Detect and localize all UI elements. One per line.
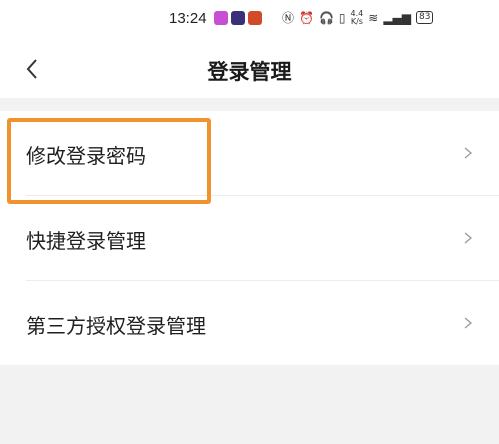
third-party-login-item[interactable]: 第三方授权登录管理 xyxy=(26,280,499,365)
app-notification-icon xyxy=(214,11,228,25)
battery-icon: 83 xyxy=(416,11,434,24)
change-password-item[interactable]: 修改登录密码 xyxy=(0,111,499,195)
network-speed: 4.4 K/s xyxy=(350,8,364,26)
chevron-right-icon xyxy=(464,317,473,329)
login-settings-list: 修改登录密码 快捷登录管理 第三方授权登录管理 xyxy=(0,111,499,365)
headphones-icon: 🎧 xyxy=(318,10,334,25)
vibrate-icon: ▯ xyxy=(338,10,346,25)
chevron-right-icon xyxy=(464,232,473,244)
chevron-right-icon xyxy=(464,147,473,159)
app-notification-icon xyxy=(248,11,262,25)
nfc-icon: Ⓝ xyxy=(282,11,295,25)
wifi-icon: ≋ xyxy=(368,10,379,25)
page-header: 登录管理 xyxy=(0,40,499,98)
signal-icon: ▂▄▆ xyxy=(383,10,412,25)
alarm-icon: ⏰ xyxy=(299,10,314,25)
status-time: 13:24 xyxy=(169,10,207,27)
menu-item-label: 第三方授权登录管理 xyxy=(26,314,206,338)
system-icons: Ⓝ ⏰ 🎧 ▯ 4.4 K/s ≋ ▂▄▆ 83 xyxy=(282,8,434,26)
page-title: 登录管理 xyxy=(207,60,292,84)
menu-item-label: 快捷登录管理 xyxy=(26,229,146,253)
status-bar: 13:24 Ⓝ ⏰ 🎧 ▯ 4.4 K/s ≋ ▂▄▆ 83 xyxy=(0,0,499,40)
quick-login-item[interactable]: 快捷登录管理 xyxy=(26,195,499,280)
notification-icons xyxy=(214,11,262,25)
menu-item-label: 修改登录密码 xyxy=(26,144,146,168)
app-notification-icon xyxy=(231,11,245,25)
